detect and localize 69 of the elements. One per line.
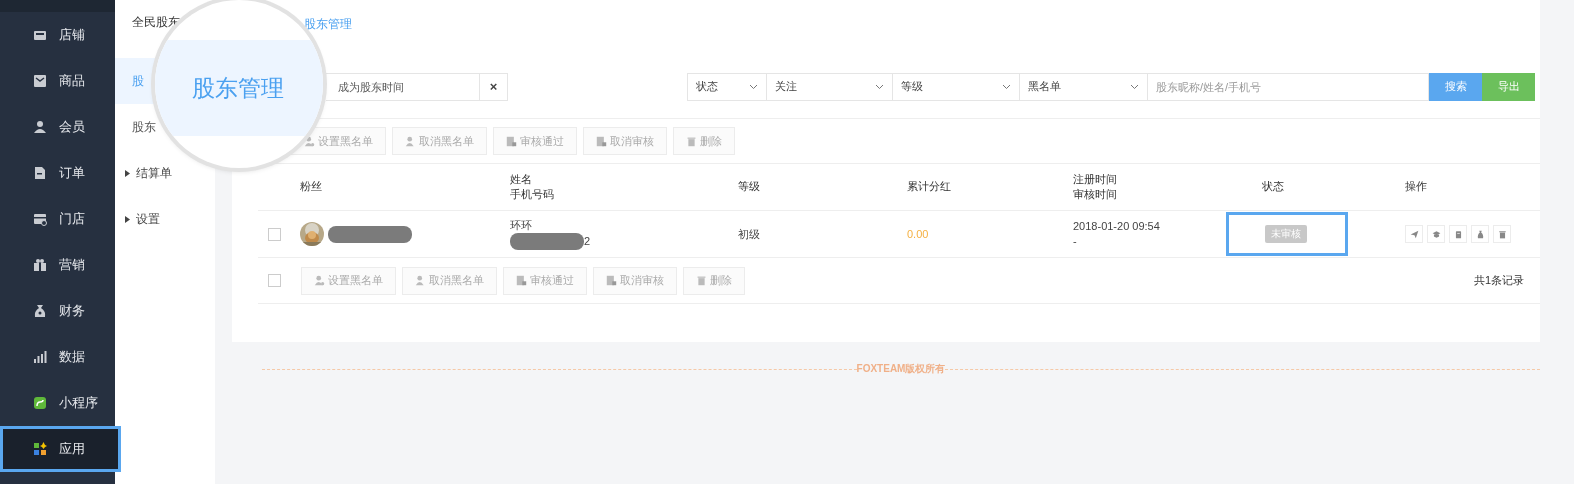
document-icon xyxy=(33,166,47,180)
sidebar-item[interactable]: 商品 xyxy=(0,58,115,104)
caret-icon xyxy=(125,215,130,223)
sidebar-item[interactable]: 营销 xyxy=(0,242,115,288)
sidebar-item[interactable]: 订单 xyxy=(0,150,115,196)
apps-icon xyxy=(33,442,47,456)
column-header: 手机号码 xyxy=(510,187,554,202)
mini-program-icon xyxy=(33,396,47,410)
column-header: 姓名 xyxy=(510,171,532,187)
sidebar-item[interactable]: 小程序 xyxy=(0,380,115,426)
trash-icon xyxy=(696,275,707,286)
document-icon xyxy=(506,135,517,147)
dropdown[interactable]: 关注 xyxy=(766,72,893,101)
sidebar-item[interactable]: 店铺 xyxy=(0,12,115,58)
dropdown[interactable]: 黑名单 xyxy=(1019,72,1148,101)
chevron-down-icon xyxy=(1002,83,1011,90)
sidebar-item[interactable]: 财务 xyxy=(0,288,115,334)
menu-group[interactable]: 设置 xyxy=(115,196,215,242)
money-bag-icon xyxy=(33,304,47,318)
column-header: 累计分红 xyxy=(907,179,951,195)
registered-time: 2018-01-20 09:54 xyxy=(1073,219,1161,234)
dividend-amount: 0.00 xyxy=(907,228,930,240)
checkbox[interactable] xyxy=(268,227,281,241)
magnified-label: 股东管理 xyxy=(192,73,284,103)
sidebar-item[interactable]: 门店 xyxy=(0,196,115,242)
column-header: 审核时间 xyxy=(1073,187,1117,202)
dropdown[interactable]: 等级 xyxy=(892,72,1020,101)
column-header: 等级 xyxy=(738,179,760,195)
chevron-down-icon xyxy=(749,83,758,90)
review-time: - xyxy=(1073,234,1078,249)
phone-text: 2 xyxy=(584,234,591,249)
copyright-text: FOXTEAM版权所有 xyxy=(856,362,946,376)
chevron-down-icon xyxy=(1130,83,1139,90)
column-header: 粉丝 xyxy=(300,179,322,195)
bar-chart-icon xyxy=(33,350,47,364)
trash-icon xyxy=(686,135,697,147)
money-bag-icon[interactable] xyxy=(1471,225,1489,243)
name-text: 环环 xyxy=(510,218,533,233)
layers-icon[interactable] xyxy=(1427,225,1445,243)
user-icon xyxy=(415,275,426,286)
search-field[interactable]: 股东昵称/姓名/手机号 xyxy=(1147,72,1429,101)
document-icon xyxy=(516,275,527,286)
user-plus-icon xyxy=(314,275,325,286)
box-icon xyxy=(33,74,47,88)
record-count: 共1条记录 xyxy=(1473,273,1524,288)
shop-icon xyxy=(33,212,47,226)
store-icon xyxy=(33,28,47,42)
column-header: 注册时间 xyxy=(1073,171,1117,187)
caret-icon xyxy=(125,169,130,177)
clear-button[interactable]: × xyxy=(480,72,508,101)
sidebar-item[interactable]: 会员 xyxy=(0,104,115,150)
checkbox[interactable] xyxy=(268,274,281,287)
send-icon[interactable] xyxy=(1405,225,1423,243)
chevron-down-icon xyxy=(875,83,884,90)
trash-icon[interactable] xyxy=(1493,225,1511,243)
level-text: 初级 xyxy=(738,226,761,242)
menu-group[interactable]: 结算单 xyxy=(115,150,215,196)
sidebar-item[interactable]: 数据 xyxy=(0,334,115,380)
document-icon xyxy=(606,275,617,286)
gift-icon xyxy=(33,258,47,272)
column-header: 状态 xyxy=(1262,179,1284,195)
sidebar-item[interactable]: 应用 xyxy=(0,426,121,472)
clipboard-icon[interactable] xyxy=(1449,225,1467,243)
user-icon xyxy=(33,120,47,134)
date-field[interactable]: 成为股东时间 xyxy=(326,72,480,101)
dropdown[interactable]: 状态 xyxy=(687,72,767,101)
column-header: 操作 xyxy=(1405,179,1427,195)
user-icon xyxy=(405,135,416,147)
document-icon xyxy=(596,135,607,147)
